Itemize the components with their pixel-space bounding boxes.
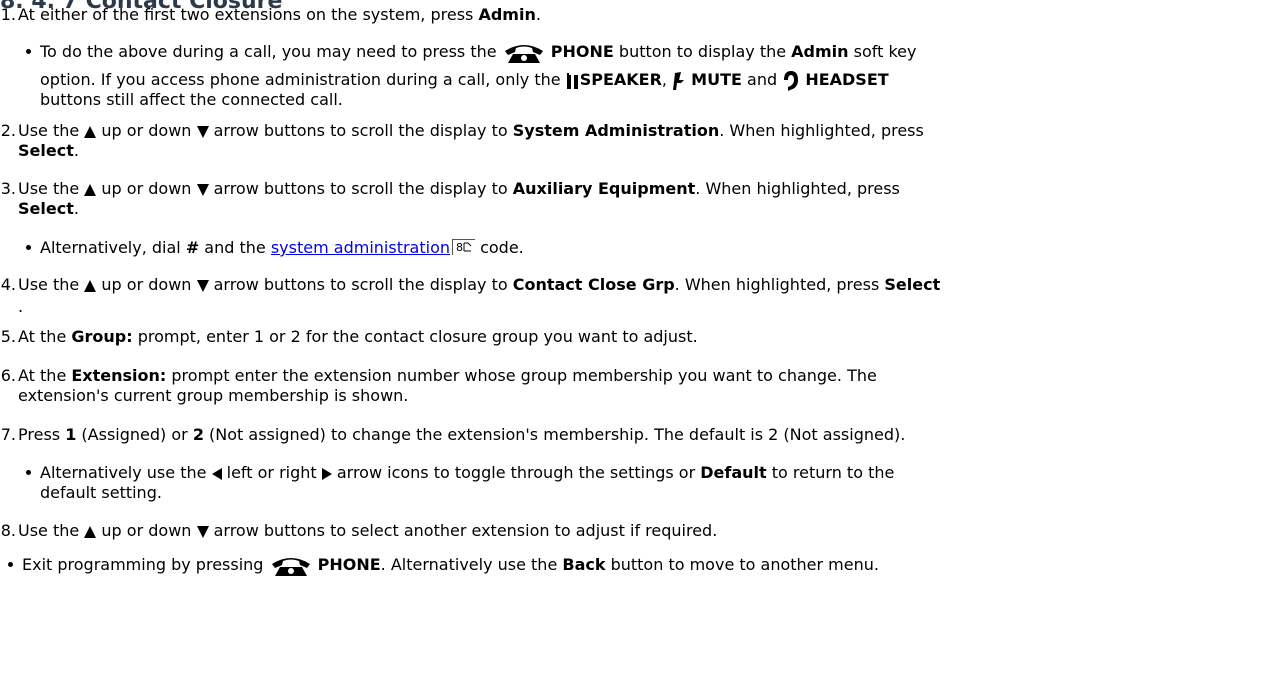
page-link-icon	[463, 242, 472, 252]
step-number: 6.	[0, 366, 16, 385]
up-arrow-icon	[84, 125, 97, 138]
step-number: 8.	[0, 521, 16, 540]
up-arrow-icon	[84, 279, 97, 292]
step-number: 2.	[0, 121, 16, 140]
down-arrow-icon	[196, 525, 209, 538]
step-number: 3.	[0, 179, 16, 198]
phone-icon	[269, 555, 313, 577]
step-number: 1.	[0, 5, 16, 24]
down-arrow-icon	[196, 125, 209, 138]
step-number: 7.	[0, 425, 16, 444]
left-arrow-icon	[211, 467, 222, 480]
down-arrow-icon	[196, 279, 209, 292]
page-reference[interactable]: 8	[452, 239, 475, 255]
right-arrow-icon	[321, 467, 332, 480]
up-arrow-icon	[84, 525, 97, 538]
up-arrow-icon	[84, 183, 97, 196]
speaker-icon	[566, 72, 580, 90]
headset-icon	[782, 70, 800, 92]
phone-icon	[502, 42, 546, 64]
down-arrow-icon	[196, 183, 209, 196]
system-administration-link[interactable]: system administration	[271, 238, 450, 257]
step-number: 4.	[0, 275, 16, 294]
mute-icon	[672, 71, 686, 91]
step-number: 5.	[0, 327, 16, 346]
